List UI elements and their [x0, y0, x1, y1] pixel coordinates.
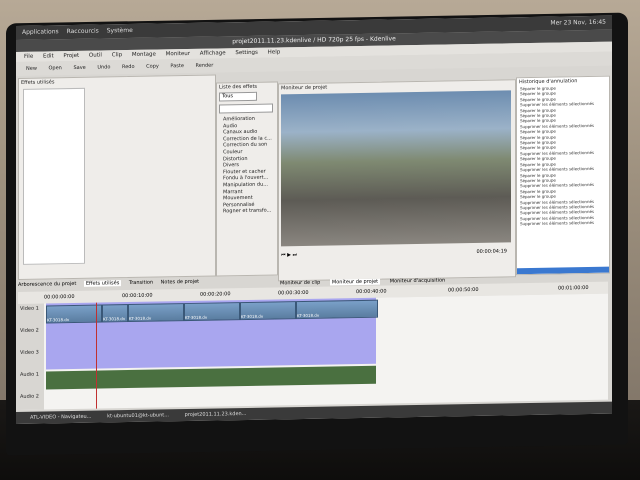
clip-label: KT-3018.dv	[103, 316, 126, 322]
used-effects-panel: Effets utilisés	[18, 74, 216, 280]
video-preview[interactable]	[281, 90, 511, 247]
menu-help[interactable]: Help	[268, 49, 281, 55]
track-headers: Video 1 Video 2 Video 3 Audio 1 Audio 2	[18, 303, 44, 410]
menu-systeme[interactable]: Système	[107, 27, 133, 34]
undo-button[interactable]: Undo	[97, 64, 110, 70]
taskbar-item-browser[interactable]: ATL-VIDEO - Navigateu...	[30, 414, 91, 421]
menu-applications[interactable]: Applications	[22, 28, 59, 36]
history-selected-row[interactable]	[517, 266, 609, 275]
used-effects-list[interactable]	[23, 87, 85, 265]
ruler-tick-label: 00:00:20:00	[200, 291, 231, 298]
tab-project-monitor[interactable]: Moniteur de projet	[329, 278, 381, 286]
ruler-tick-label: 00:00:40:00	[356, 288, 387, 296]
tab-clip-monitor[interactable]: Moniteur de clip	[280, 280, 320, 287]
save-button[interactable]: Save	[73, 65, 85, 71]
history-list: Séparer le groupe Séparer le groupe Sépare…	[517, 85, 609, 227]
monitor-screen: Applications Raccourcis Système Mer 23 N…	[16, 15, 612, 425]
effects-tree: Amélioration Audio Canaux audio Correcti…	[217, 115, 277, 215]
open-button[interactable]: Open	[49, 65, 62, 71]
menu-projet[interactable]: Projet	[63, 53, 79, 59]
video-clip[interactable]: KT-3018.dv	[296, 299, 378, 320]
play-icon[interactable]: ▶	[287, 252, 291, 258]
playhead[interactable]	[96, 302, 97, 409]
taskbar-item-terminal[interactable]: kt-ubuntu01@kt-ubunt...	[107, 412, 169, 419]
history-item[interactable]: Supprimer les éléments sélectionnés	[517, 220, 609, 227]
render-button[interactable]: Render	[196, 63, 214, 69]
track-video-3[interactable]: Video 3	[20, 350, 39, 356]
clip-label: KT-3018.dv	[185, 314, 208, 321]
video-clip[interactable]: KT-3018.dv	[102, 304, 128, 323]
monitor-controls: ⏮ ▶ ⏭ 00:00:04:19	[281, 246, 511, 260]
clock[interactable]: Mer 23 Nov, 16:45	[550, 16, 606, 31]
effects-list-panel: Liste des effets Tous Amélioration Audio…	[216, 81, 278, 277]
tab-effets-utilises[interactable]: Effets utilisés	[83, 280, 122, 287]
effects-list-title: Liste des effets	[219, 83, 258, 91]
undo-history-panel: Historique d'annulation Séparer le group…	[516, 75, 610, 276]
menu-affichage[interactable]: Affichage	[200, 50, 226, 56]
menu-moniteur[interactable]: Moniteur	[166, 51, 190, 57]
ruler-tick-label: 00:00:50:00	[448, 286, 479, 294]
ruler-tick-label: 00:01:00:00	[558, 285, 589, 292]
menu-clip[interactable]: Clip	[112, 52, 122, 58]
timeline: Video 1 Video 2 Video 3 Audio 1 Audio 2 …	[18, 293, 608, 410]
clip-label: KT-3018.dv	[129, 315, 152, 322]
clip-label: KT-3018.dv	[47, 317, 70, 323]
menu-edit[interactable]: Edit	[43, 53, 54, 59]
tab-arborescence[interactable]: Arborescence du projet	[18, 281, 76, 288]
menu-raccourcis[interactable]: Raccourcis	[67, 28, 99, 36]
copy-button[interactable]: Copy	[146, 64, 159, 70]
effects-filter-select[interactable]: Tous	[219, 91, 257, 102]
menu-outil[interactable]: Outil	[89, 52, 102, 58]
new-button[interactable]: New	[26, 66, 37, 72]
effect-category[interactable]: Rogner et transfo...	[223, 208, 277, 216]
track-audio-2[interactable]: Audio 2	[20, 394, 39, 400]
track-video-2[interactable]: Video 2	[20, 328, 39, 334]
menu-montage[interactable]: Montage	[132, 52, 156, 58]
ruler-tick-label: 00:00:00:00	[44, 293, 75, 301]
used-effects-title: Effets utilisés	[21, 79, 55, 86]
video-clip[interactable]: KT-3018.dv	[128, 303, 184, 323]
clip-label: KT-3018.dv	[241, 313, 264, 320]
video-clip[interactable]: KT-3018.dv	[184, 302, 240, 322]
video-clip[interactable]: KT-3018.dv	[46, 304, 102, 324]
forward-icon[interactable]: ⏭	[293, 252, 298, 258]
video-clip[interactable]: KT-3018.dv	[240, 301, 296, 321]
ruler-tick-label: 00:00:30:00	[278, 289, 309, 297]
track-video-1[interactable]: Video 1	[20, 306, 39, 312]
tab-notes[interactable]: Notes de projet	[161, 279, 199, 286]
ruler-tick-label: 00:00:10:00	[122, 292, 153, 300]
menu-settings[interactable]: Settings	[235, 50, 258, 56]
project-monitor-panel: Moniteur de projet ⏮ ▶ ⏭ 00:00:04:19	[278, 79, 516, 282]
taskbar-item-kdenlive[interactable]: projet2011.11.23.kden...	[185, 411, 247, 418]
monitor-timecode[interactable]: 00:00:04:19	[476, 246, 507, 257]
menu-file[interactable]: File	[24, 54, 33, 60]
tab-transition[interactable]: Transition	[129, 280, 153, 286]
effects-search-input[interactable]	[219, 103, 273, 114]
paste-button[interactable]: Paste	[170, 63, 184, 69]
clip-label: KT-3018.dv	[297, 312, 320, 319]
track-audio-1[interactable]: Audio 1	[20, 372, 39, 378]
rewind-icon[interactable]: ⏮	[281, 252, 286, 258]
redo-button[interactable]: Redo	[122, 64, 135, 70]
tab-capture-monitor[interactable]: Moniteur d'acquisition	[390, 278, 445, 285]
